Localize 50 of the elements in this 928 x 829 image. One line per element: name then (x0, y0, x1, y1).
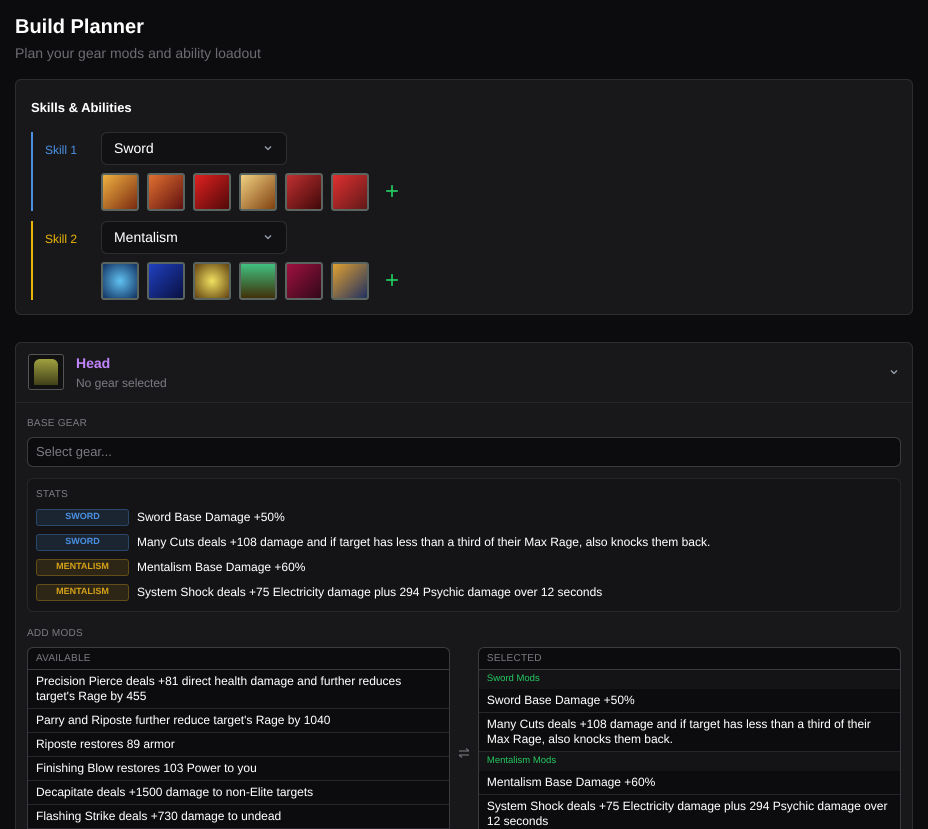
mod-item[interactable]: System Shock deals +75 Electricity damage plus 294 Psychic damage over 12 seconds (478, 794, 900, 829)
ability-icon[interactable] (331, 172, 369, 210)
gear-slot-subtitle: No gear selected (76, 374, 167, 392)
ability-icon[interactable] (331, 262, 369, 300)
stat-text: Sword Base Damage +50% (137, 509, 285, 526)
skill-tag: SWORD (36, 508, 129, 526)
gear-slot-title: Head (76, 354, 110, 372)
ability-icon[interactable] (239, 172, 277, 210)
mod-group-heading: Mentalism Mods (478, 752, 900, 770)
ability-icon[interactable] (193, 172, 231, 210)
ability-icon[interactable] (101, 172, 139, 210)
skill-dropdown[interactable]: Mentalism (101, 220, 287, 254)
skill-tag: MENTALISM (36, 558, 129, 576)
gear-select-field[interactable]: Select gear... (27, 436, 901, 466)
stat-text: Many Cuts deals +108 damage and if target has less than a third of their Max Rage, also knocks them back. (137, 534, 710, 551)
mod-group-heading: Sword Mods (478, 670, 900, 688)
mod-item[interactable]: Finishing Blow restores 103 Power to you (28, 756, 450, 780)
swap-icon (458, 746, 470, 758)
ability-icon[interactable] (147, 172, 185, 210)
list-heading: AVAILABLE (28, 648, 450, 670)
ability-icon[interactable] (285, 172, 323, 210)
ability-icon[interactable] (101, 262, 139, 300)
mod-item[interactable]: Parry and Riposte further reduce target's Rage by 1040 (28, 708, 450, 732)
mod-item[interactable]: Mentalism Base Damage +60% (478, 770, 900, 794)
gear-header[interactable]: Head No gear selected (16, 342, 912, 402)
mod-item[interactable]: Flashing Strike deals +730 damage to undead (28, 804, 450, 828)
mod-item[interactable]: Precision Pierce deals +81 direct health damage and further reduces target's Rage by 455 (28, 670, 450, 708)
section-label: BASE GEAR (27, 416, 88, 430)
skill-label: Skill 1 (45, 142, 78, 158)
panel-title: Skills & Abilities (31, 99, 132, 117)
page-title: Build Planner (15, 15, 144, 39)
ability-icon[interactable] (147, 262, 185, 300)
mod-item[interactable]: Decapitate deals +1500 damage to non-Elite targets (28, 780, 450, 804)
ability-icon[interactable] (239, 262, 277, 300)
helmet-icon (28, 354, 64, 390)
mod-item[interactable]: Riposte restores 89 armor (28, 732, 450, 756)
add-ability-button[interactable]: + (385, 268, 400, 292)
skill-dropdown[interactable]: Sword (101, 132, 287, 164)
stat-text: System Shock deals +75 Electricity damage plus 294 Psychic damage over 12 seconds (137, 584, 602, 601)
page-subtitle: Plan your gear mods and ability loadout (15, 44, 261, 63)
stat-text: Mentalism Base Damage +60% (137, 559, 306, 576)
skill-label: Skill 2 (45, 230, 78, 248)
ability-icon[interactable] (285, 262, 323, 300)
skill-tag: SWORD (36, 534, 129, 550)
ability-icon[interactable] (193, 262, 231, 300)
add-ability-button[interactable]: + (385, 180, 400, 204)
section-label: STATS (36, 488, 68, 502)
section-label: ADD MODS (27, 626, 83, 640)
mod-item[interactable]: Sword Base Damage +50% (478, 688, 900, 712)
skill-tag: MENTALISM (36, 584, 129, 600)
